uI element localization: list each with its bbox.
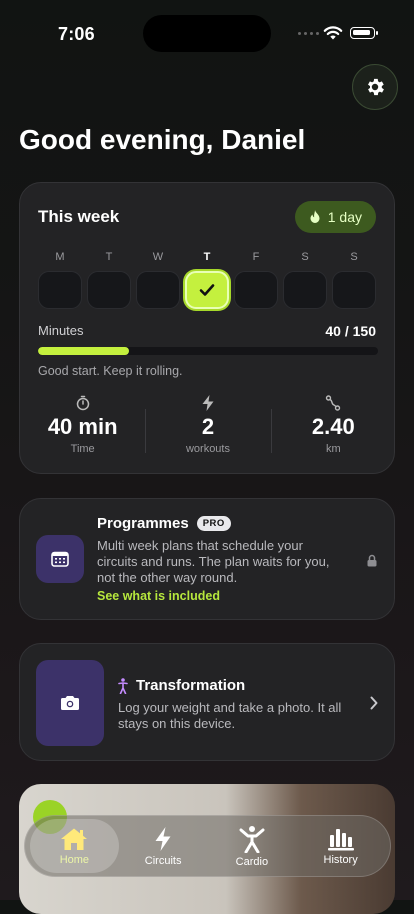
day-thu: T <box>185 251 229 309</box>
flame-icon <box>310 210 320 223</box>
lock-icon <box>367 554 377 567</box>
tab-cardio[interactable]: Cardio <box>208 819 297 873</box>
bolt-icon <box>155 826 171 851</box>
tab-label: Home <box>59 853 90 866</box>
settings-button[interactable] <box>352 64 398 110</box>
minutes-progress-bar <box>38 347 378 355</box>
bar-chart-icon <box>327 828 354 850</box>
stat-label: km <box>325 443 341 455</box>
programmes-icon-tile <box>36 535 84 583</box>
week-days: M T W T F S S <box>38 251 376 309</box>
home-icon <box>61 828 88 850</box>
cellular-signal-icon <box>298 32 319 35</box>
greeting-title: Good evening, Daniel <box>19 124 306 155</box>
stat-distance: 2.40 km <box>270 395 396 455</box>
day-letter: S <box>301 251 309 263</box>
weekly-summary-card: This week 1 day M T W T F S S Minutes 40… <box>19 182 395 474</box>
transformation-title-row: Transformation <box>118 677 245 694</box>
chevron-right-icon <box>370 696 378 710</box>
programmes-card[interactable]: Programmes PRO Multi week plans that sch… <box>19 498 395 620</box>
day-box[interactable] <box>332 271 376 309</box>
minutes-progress-fill <box>38 347 129 355</box>
calendar-icon <box>51 551 69 567</box>
day-box[interactable] <box>234 271 278 309</box>
day-box[interactable] <box>283 271 327 309</box>
day-letter: T <box>105 251 113 263</box>
stat-workouts: 2 workouts <box>145 395 270 455</box>
programmes-title-row: Programmes PRO <box>97 515 231 532</box>
streak-label: 1 day <box>327 209 362 225</box>
status-time: 7:06 <box>58 24 95 44</box>
transformation-description: Log your weight and take a photo. It all… <box>118 700 342 731</box>
minutes-label: Minutes <box>38 323 84 338</box>
stat-value: 2.40 <box>311 414 355 439</box>
day-fri: F <box>234 251 278 309</box>
day-tue: T <box>87 251 131 309</box>
battery-icon <box>350 27 378 39</box>
checkmark-icon <box>199 284 215 296</box>
day-box[interactable] <box>38 271 82 309</box>
day-letter: M <box>55 251 65 263</box>
week-stats: 40 min Time 2 workouts 2.40 km <box>20 395 396 455</box>
day-sat: S <box>283 251 327 309</box>
bolt-icon <box>202 395 214 411</box>
week-title: This week <box>38 207 120 226</box>
programmes-description: Multi week plans that schedule your circ… <box>97 538 330 585</box>
tab-label: Cardio <box>235 855 269 868</box>
day-mon: M <box>38 251 82 309</box>
day-sun: S <box>332 251 376 309</box>
figure-icon <box>118 677 128 694</box>
encouragement-text: Good start. Keep it rolling. <box>38 364 183 378</box>
dynamic-island <box>143 15 271 52</box>
day-wed: W <box>136 251 180 309</box>
minutes-value: 40 / 150 <box>325 323 376 339</box>
stat-time: 40 min Time <box>20 395 145 455</box>
tab-circuits[interactable]: Circuits <box>119 819 208 873</box>
day-letter: S <box>350 251 358 263</box>
tab-label: Circuits <box>144 854 182 867</box>
transformation-card[interactable]: Transformation Log your weight and take … <box>19 643 395 761</box>
day-box[interactable] <box>87 271 131 309</box>
camera-icon <box>61 696 79 710</box>
tab-history[interactable]: History <box>296 819 385 873</box>
day-box-completed[interactable] <box>185 271 229 309</box>
pro-badge: PRO <box>196 516 231 531</box>
programmes-link[interactable]: See what is included <box>97 589 220 603</box>
stopwatch-icon <box>76 395 89 411</box>
stat-value: 2 <box>201 414 215 439</box>
route-icon <box>326 395 341 411</box>
person-icon <box>239 825 265 853</box>
transformation-icon-tile <box>36 660 104 746</box>
wifi-icon <box>323 26 343 40</box>
streak-badge: 1 day <box>294 201 376 233</box>
stat-value: 40 min <box>47 414 118 439</box>
day-letter: F <box>252 251 260 263</box>
stat-label: workouts <box>185 443 230 455</box>
status-bar: 7:06 <box>0 0 414 60</box>
gear-icon <box>368 78 384 96</box>
stat-label: Time <box>70 443 95 455</box>
day-box[interactable] <box>136 271 180 309</box>
day-letter: W <box>152 251 164 263</box>
tab-home[interactable]: Home <box>30 819 119 873</box>
programmes-title: Programmes <box>97 515 189 532</box>
tab-bar: Home Circuits Cardio History <box>24 815 391 877</box>
transformation-title: Transformation <box>136 677 246 694</box>
tab-label: History <box>323 853 358 866</box>
day-letter: T <box>203 251 211 263</box>
